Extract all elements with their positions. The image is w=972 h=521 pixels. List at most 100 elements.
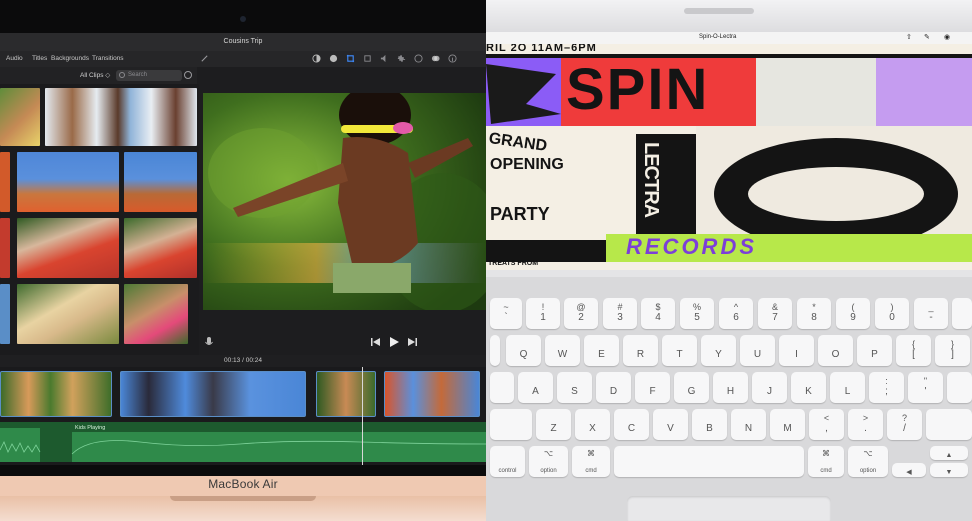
key-t[interactable]: T	[662, 335, 697, 366]
key-m[interactable]: M	[770, 409, 805, 440]
audio-track[interactable]: Kids Playing	[0, 422, 486, 462]
key-p[interactable]: P	[857, 335, 892, 366]
color-balance-icon[interactable]	[312, 54, 321, 63]
key-h[interactable]: H	[713, 372, 748, 403]
key-open-bracket[interactable]: {[	[896, 335, 931, 366]
key-y[interactable]: Y	[701, 335, 736, 366]
key-close-bracket[interactable]: }]	[935, 335, 970, 366]
skip-forward-icon[interactable]	[407, 338, 417, 346]
key-return[interactable]	[947, 372, 972, 403]
key-shift-right[interactable]	[926, 409, 972, 440]
skip-back-icon[interactable]	[371, 338, 381, 346]
key-e[interactable]: E	[584, 335, 619, 366]
clip-filter-icon[interactable]	[431, 54, 440, 63]
stabilization-icon[interactable]	[363, 54, 372, 63]
key-quote[interactable]: " '	[908, 372, 943, 403]
more-icon[interactable]: ◉	[944, 33, 950, 41]
video-viewer[interactable]	[203, 93, 486, 310]
key-comma[interactable]: <,	[809, 409, 844, 440]
key-8[interactable]: * 8	[797, 298, 831, 329]
key-s[interactable]: S	[557, 372, 592, 403]
key-9[interactable]: (9	[836, 298, 870, 329]
key-space[interactable]	[614, 446, 804, 477]
key-semicolon[interactable]: :;	[869, 372, 904, 403]
color-correction-icon[interactable]	[329, 54, 338, 63]
key-i[interactable]: I	[779, 335, 814, 366]
key-j[interactable]: J	[752, 372, 787, 403]
speed-icon[interactable]	[414, 54, 423, 63]
key-period[interactable]: >.	[848, 409, 883, 440]
volume-icon[interactable]	[380, 54, 389, 63]
all-clips-dropdown[interactable]: All Clips ◇	[80, 71, 110, 79]
key-k[interactable]: K	[791, 372, 826, 403]
share-icon[interactable]: ⇧	[906, 33, 912, 41]
key-arrow-up[interactable]: ▲	[930, 446, 968, 460]
gear-icon[interactable]	[184, 71, 192, 79]
clip-thumbnail[interactable]	[124, 218, 197, 278]
key-7[interactable]: & 7	[758, 298, 792, 329]
key-5[interactable]: % 5	[680, 298, 714, 329]
key-arrow-down[interactable]: ▼	[930, 463, 968, 477]
clip-thumbnail[interactable]	[17, 284, 119, 344]
key-w[interactable]: W	[545, 335, 580, 366]
key-z[interactable]: Z	[536, 409, 571, 440]
edit-icon[interactable]: ✎	[924, 33, 930, 41]
playhead[interactable]	[362, 367, 363, 465]
noise-reduction-icon[interactable]	[397, 54, 406, 63]
info-icon[interactable]	[448, 54, 457, 63]
key-2[interactable]: @2	[564, 298, 598, 329]
key-caps-lock[interactable]	[490, 372, 514, 403]
key-b[interactable]: B	[692, 409, 727, 440]
key-shift-left[interactable]	[490, 409, 532, 440]
key-backtick[interactable]: ~ `	[490, 298, 522, 329]
key-u[interactable]: U	[740, 335, 775, 366]
key-d[interactable]: D	[596, 372, 631, 403]
key-g[interactable]: G	[674, 372, 709, 403]
key-6[interactable]: ^ 6	[719, 298, 753, 329]
key-v[interactable]: V	[653, 409, 688, 440]
key-equals[interactable]	[952, 298, 972, 329]
key-q[interactable]: Q	[506, 335, 541, 366]
key-1[interactable]: ! 1	[526, 298, 560, 329]
key-l[interactable]: L	[830, 372, 865, 403]
clip-thumbnail[interactable]	[0, 152, 10, 212]
key-option-left[interactable]: ⌥ option	[529, 446, 568, 477]
clip-thumbnail[interactable]	[124, 152, 197, 212]
timeline-clip[interactable]	[316, 371, 376, 417]
key-arrow-left[interactable]: ◀	[892, 463, 926, 477]
timeline-clip[interactable]	[0, 371, 112, 417]
tab-transitions[interactable]: Transitions	[92, 55, 124, 62]
clip-thumbnail[interactable]	[17, 152, 119, 212]
key-command-left[interactable]: ⌘ cmd	[572, 446, 610, 477]
key-command-right[interactable]: ⌘ cmd	[808, 446, 844, 477]
trackpad[interactable]	[627, 496, 831, 521]
play-icon[interactable]	[389, 337, 399, 347]
key-control[interactable]: control	[490, 446, 525, 477]
clip-thumbnail[interactable]	[0, 284, 10, 344]
clip-thumbnail[interactable]	[0, 218, 10, 278]
crop-icon[interactable]	[346, 54, 355, 63]
key-r[interactable]: R	[623, 335, 658, 366]
key-o[interactable]: O	[818, 335, 853, 366]
key-0[interactable]: ) 0	[875, 298, 909, 329]
timeline[interactable]: Kids Playing	[0, 367, 486, 465]
microphone-icon[interactable]	[205, 337, 213, 348]
tab-audio[interactable]: Audio	[6, 55, 23, 62]
key-f[interactable]: F	[635, 372, 670, 403]
key-minus[interactable]: _ -	[914, 298, 948, 329]
search-input[interactable]: Search	[116, 70, 182, 81]
key-tab[interactable]	[490, 335, 500, 366]
key-slash[interactable]: ? /	[887, 409, 922, 440]
timeline-clip[interactable]	[120, 371, 306, 417]
magic-wand-icon[interactable]	[200, 54, 209, 63]
key-x[interactable]: X	[575, 409, 610, 440]
clip-thumbnail[interactable]	[17, 218, 119, 278]
key-c[interactable]: C	[614, 409, 649, 440]
key-3[interactable]: #3	[603, 298, 637, 329]
clip-thumbnail[interactable]	[124, 284, 188, 344]
key-4[interactable]: $4	[641, 298, 675, 329]
timeline-clip[interactable]	[384, 371, 480, 417]
clip-thumbnail[interactable]	[0, 88, 40, 146]
key-n[interactable]: N	[731, 409, 766, 440]
key-a[interactable]: A	[518, 372, 553, 403]
